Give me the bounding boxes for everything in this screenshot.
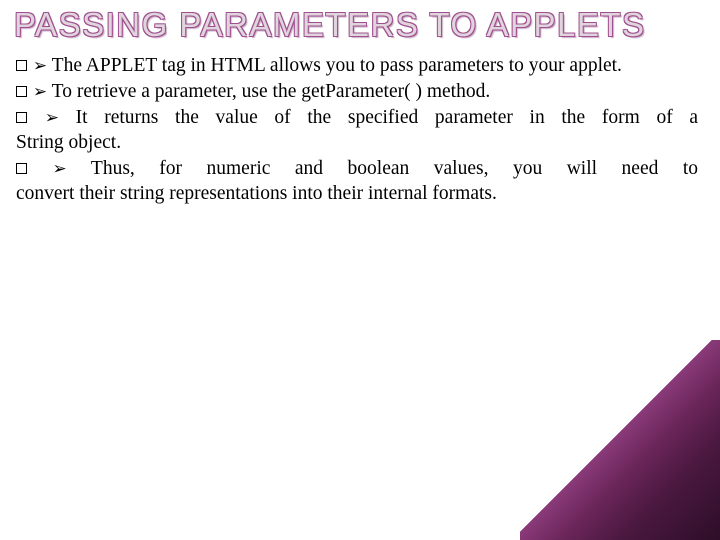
bullet-2: ➢ To retrieve a parameter, use the getPa… <box>16 80 698 105</box>
checkbox-icon <box>16 112 27 123</box>
bullet-text-line2: String object. <box>16 132 121 153</box>
corner-decoration <box>520 340 720 540</box>
bullet-1: ➢ The APPLET tag in HTML allows you to p… <box>16 54 698 79</box>
checkbox-icon <box>16 60 27 71</box>
bullet-text-line1: It returns the value of the specified pa… <box>76 107 698 128</box>
bullet-4: ➢ Thus, for numeric and boolean values, … <box>16 157 698 207</box>
slide-body: ➢ The APPLET tag in HTML allows you to p… <box>0 52 720 207</box>
arrow-icon: ➢ <box>33 81 47 103</box>
bullet-text: The APPLET tag in HTML allows you to pas… <box>52 55 622 76</box>
arrow-icon: ➢ <box>45 107 59 129</box>
arrow-icon: ➢ <box>53 158 67 180</box>
bullet-3: ➢ It returns the value of the specified … <box>16 106 698 156</box>
arrow-icon: ➢ <box>33 55 47 77</box>
checkbox-icon <box>16 163 27 174</box>
bullet-text-line1: Thus, for numeric and boolean values, yo… <box>91 158 698 179</box>
slide-title: PASSING PARAMETERS TO APPLETS <box>0 0 720 52</box>
checkbox-icon <box>16 86 27 97</box>
bullet-text: To retrieve a parameter, use the getPara… <box>52 81 491 102</box>
bullet-text-line2: convert their string representations int… <box>16 183 497 204</box>
